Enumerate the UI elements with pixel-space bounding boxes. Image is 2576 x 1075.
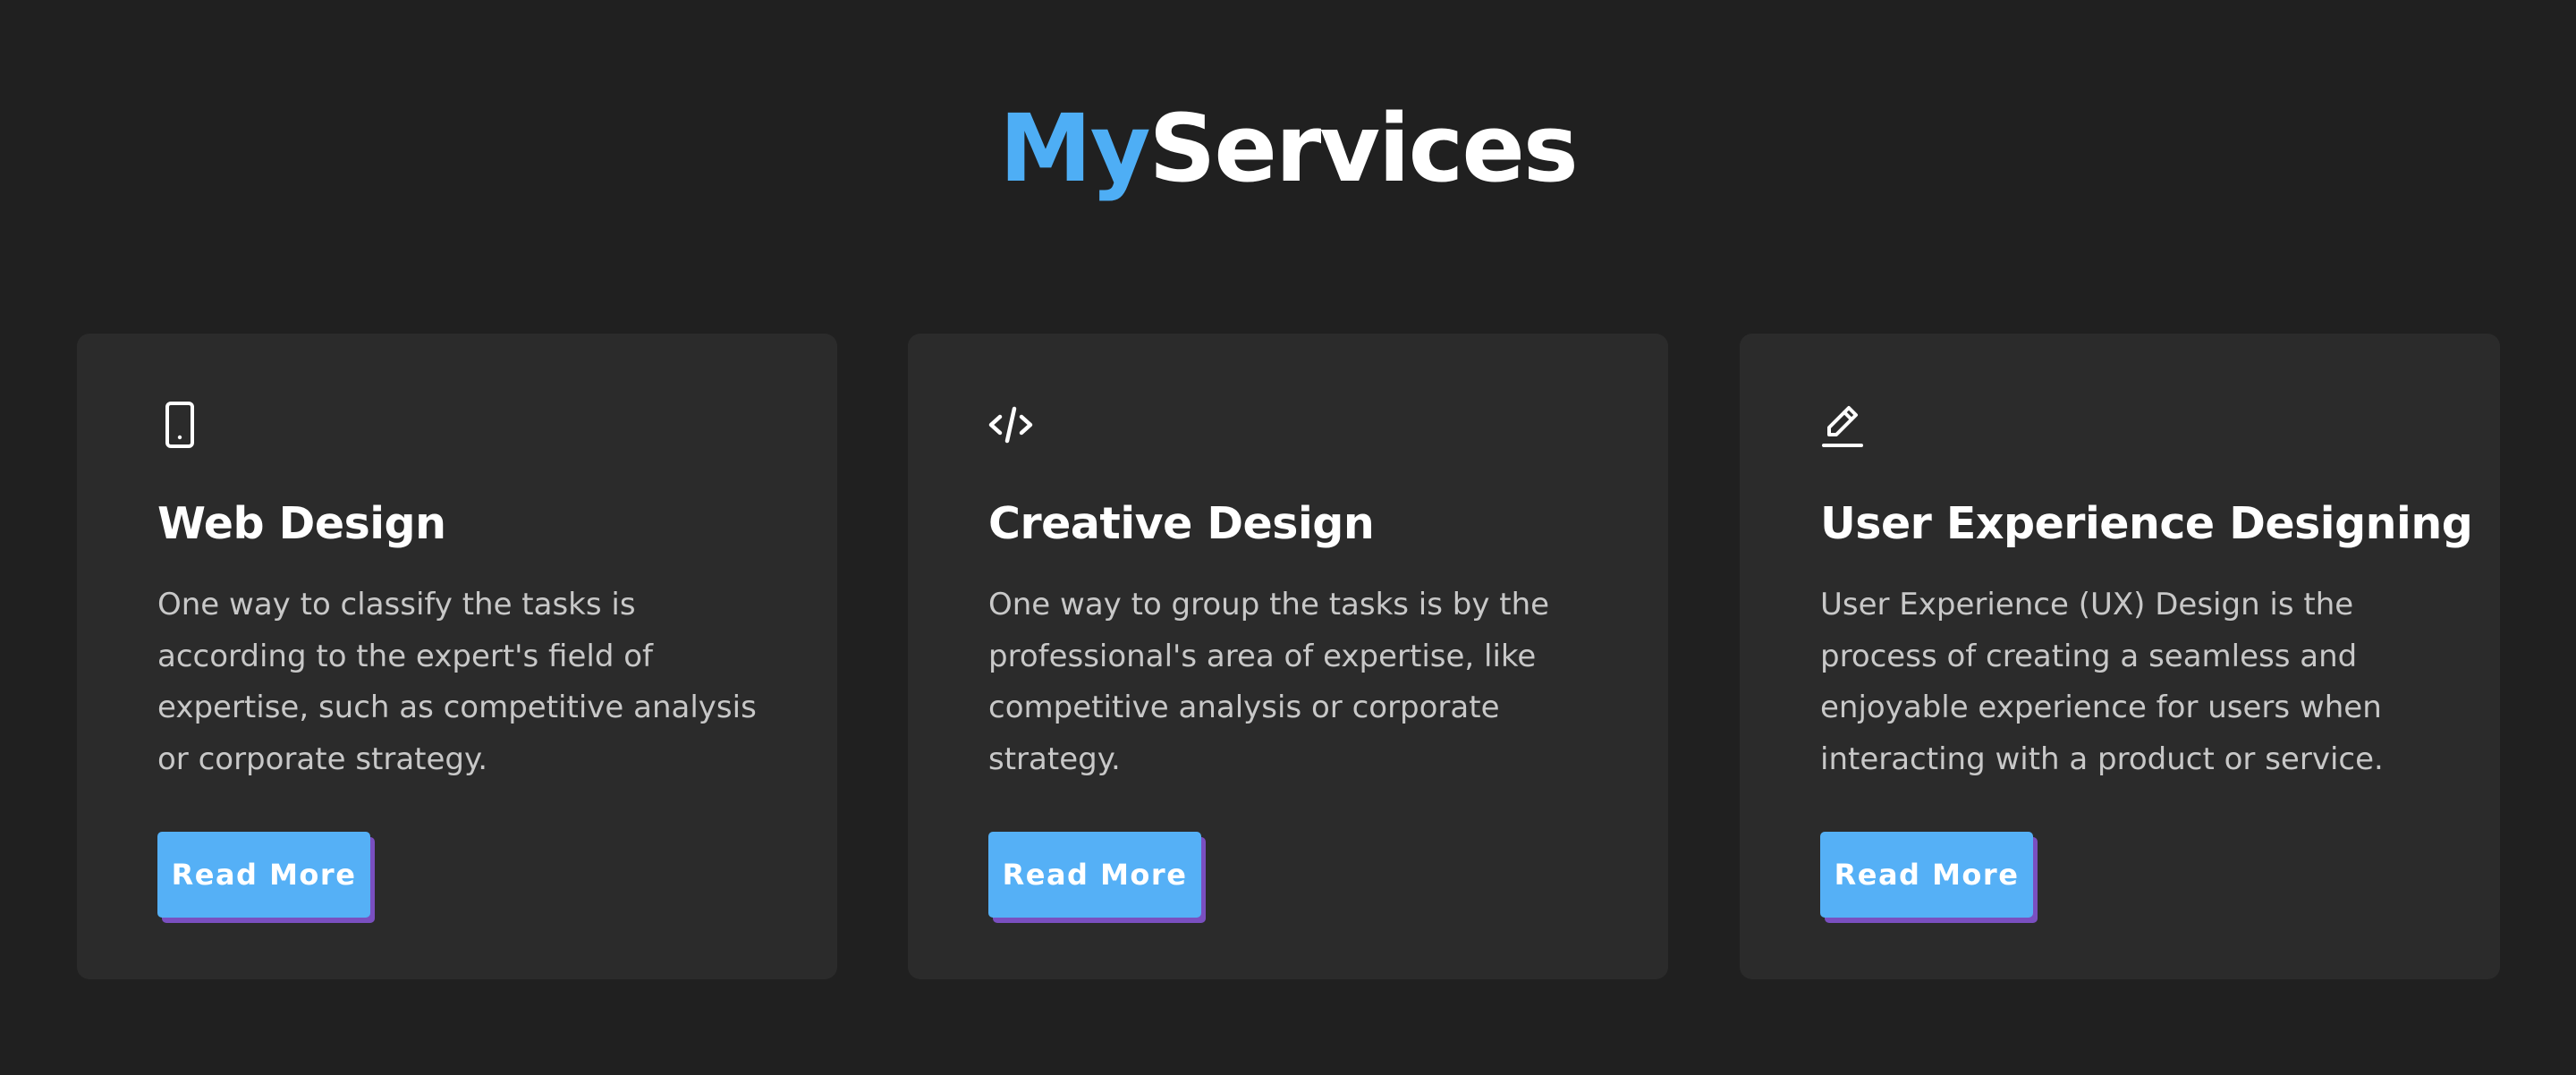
read-more-button[interactable]: Read More: [1820, 832, 2033, 918]
service-title: Web Design: [157, 498, 446, 549]
pencil-icon: [1820, 401, 1865, 449]
service-card-web-design: Web Design One way to classify the tasks…: [77, 334, 837, 979]
service-description: One way to classify the tasks is accordi…: [157, 587, 757, 777]
section-heading: MyServices: [0, 86, 2576, 211]
read-more-button[interactable]: Read More: [157, 832, 370, 918]
service-description: One way to group the tasks is by the pro…: [988, 587, 1550, 777]
services-card-list: Web Design One way to classify the tasks…: [77, 334, 2500, 979]
services-section: MyServices Web Design One way to classif…: [0, 0, 2576, 1075]
service-card-creative-design: Creative Design One way to group the tas…: [908, 334, 1668, 979]
service-title: User Experience Designing: [1820, 498, 2473, 549]
read-more-button[interactable]: Read More: [988, 832, 1201, 918]
code-icon: [988, 401, 1033, 449]
service-description: User Experience (UX) Design is the proce…: [1820, 587, 2384, 777]
tablet-icon: [157, 401, 202, 449]
service-title: Creative Design: [988, 498, 1375, 549]
heading-accent: My: [999, 94, 1150, 203]
service-card-user-experience-designing: User Experience Designing User Experienc…: [1740, 334, 2500, 979]
heading-main: Services: [1148, 94, 1579, 203]
